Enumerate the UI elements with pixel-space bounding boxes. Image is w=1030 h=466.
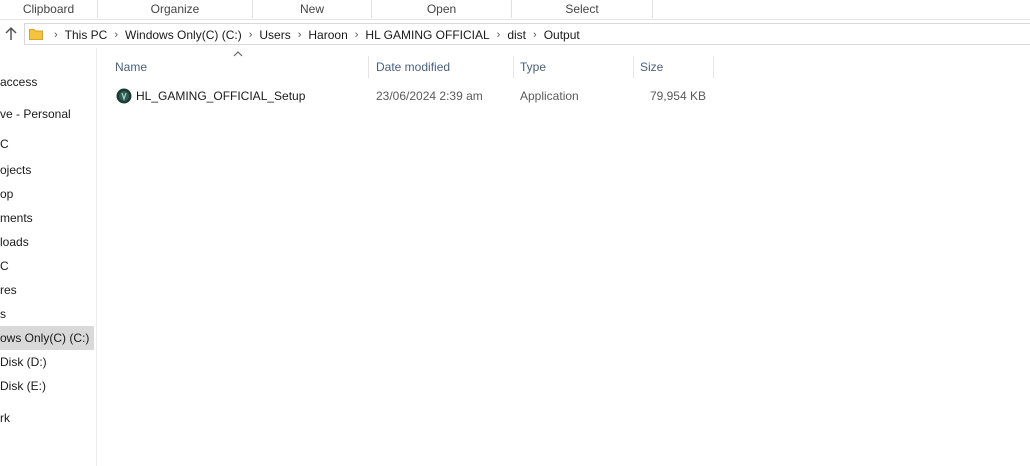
nav-item-music[interactable]: C [0,254,9,278]
nav-item-drive-c[interactable]: ows Only(C) (C:) [0,326,94,350]
ribbon-group-open[interactable]: Open [372,0,512,18]
nav-item-this-pc[interactable]: C [0,132,9,156]
file-date-modified: 23/06/2024 2:39 am [376,89,483,103]
up-arrow-icon[interactable] [3,26,19,42]
breadcrumb-users[interactable]: Users [259,24,290,46]
nav-item-onedrive-personal[interactable]: ve - Personal [0,102,71,126]
nav-item-pictures[interactable]: res [0,278,17,302]
chevron-right-icon[interactable]: › [298,24,302,46]
file-name: HL_GAMING_OFFICIAL_Setup [136,89,306,103]
column-header-type[interactable]: Type [514,56,634,78]
column-header-size[interactable]: Size [634,56,714,78]
chevron-right-icon[interactable]: › [114,24,118,46]
nav-item-quick-access[interactable]: access [0,70,37,94]
nav-item-downloads[interactable]: loads [0,230,29,254]
file-size: 79,954 KB [649,89,706,103]
chevron-right-icon[interactable]: › [533,24,537,46]
ribbon-group-clipboard[interactable]: Clipboard [0,0,98,18]
folder-icon [29,27,43,41]
address-bar[interactable]: › This PC › Windows Only(C) (C:) › Users… [24,23,1030,45]
breadcrumb-hl-gaming-official[interactable]: HL GAMING OFFICIAL [365,24,489,46]
column-header-date-modified[interactable]: Date modified [370,56,514,78]
chevron-right-icon[interactable]: › [54,24,58,46]
nav-item-drive-e[interactable]: Disk (E:) [0,374,46,398]
nav-item-documents[interactable]: ments [0,206,33,230]
ribbon-group-select[interactable]: Select [512,0,653,18]
chevron-right-icon[interactable]: › [249,24,253,46]
ribbon-group-labels: Clipboard Organize New Open Select [0,0,1030,20]
file-type: Application [520,89,579,103]
address-bar-row: › This PC › Windows Only(C) (C:) › Users… [0,20,1030,48]
breadcrumb-this-pc[interactable]: This PC [65,24,108,46]
nav-item-3d-objects[interactable]: ojects [0,158,31,182]
nav-item-desktop[interactable]: op [0,182,13,206]
file-list[interactable]: Name Date modified Type Size HL_GAMING_O… [97,48,1030,466]
breadcrumb-drive-c[interactable]: Windows Only(C) (C:) [125,24,242,46]
ribbon-group-new[interactable]: New [253,0,372,18]
nav-item-drive-d[interactable]: Disk (D:) [0,350,47,374]
breadcrumb-haroon[interactable]: Haroon [308,24,347,46]
nav-item-network[interactable]: rk [0,406,10,430]
column-header-name[interactable]: Name [109,56,369,78]
nav-item-videos[interactable]: s [0,302,6,326]
ribbon-group-organize[interactable]: Organize [98,0,253,18]
chevron-right-icon[interactable]: › [355,24,359,46]
navigation-pane[interactable]: access ve - Personal C ojects op ments l… [0,48,97,466]
chevron-right-icon[interactable]: › [497,24,501,46]
breadcrumb: › This PC › Windows Only(C) (C:) › Users… [47,24,580,46]
file-row[interactable]: HL_GAMING_OFFICIAL_Setup 23/06/2024 2:39… [111,85,711,107]
breadcrumb-output[interactable]: Output [544,24,580,46]
app-icon [116,88,132,104]
breadcrumb-dist[interactable]: dist [507,24,526,46]
